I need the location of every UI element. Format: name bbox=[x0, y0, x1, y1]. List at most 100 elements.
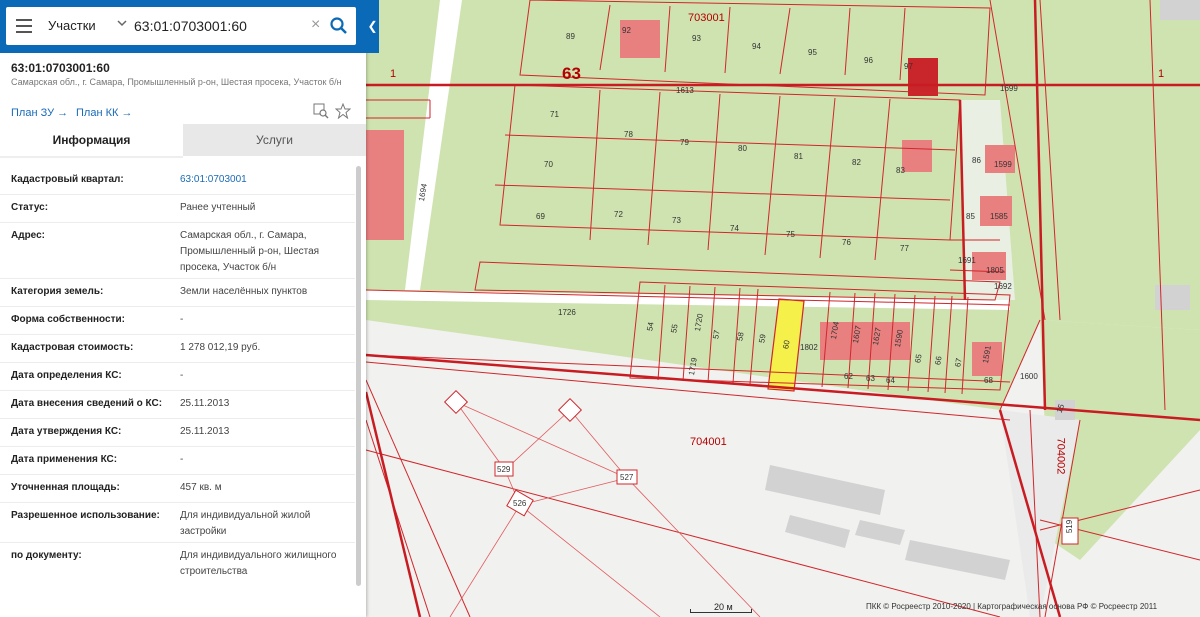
info-row: Кадастровый квартал: 63:01:0703001 bbox=[0, 166, 355, 195]
parcel-label: 65 bbox=[913, 353, 924, 364]
building bbox=[902, 140, 932, 172]
search-type-select[interactable]: Участки bbox=[48, 18, 96, 33]
plan-kk-label: План КК bbox=[76, 107, 119, 119]
parcel-label: 82 bbox=[852, 158, 861, 167]
panel-tabs: Информация Услуги bbox=[0, 124, 366, 158]
parcel-label: 58 bbox=[735, 331, 746, 342]
info-value: - bbox=[180, 314, 184, 325]
parcel-label: 1699 bbox=[1000, 84, 1018, 93]
parcel-label: 79 bbox=[680, 138, 689, 147]
parcel-label: 78 bbox=[624, 130, 633, 139]
info-label: Дата утверждения КС: bbox=[11, 426, 122, 437]
parcel-label: 1726 bbox=[558, 308, 576, 317]
parcel-label: 71 bbox=[550, 110, 559, 119]
info-value: - bbox=[180, 370, 184, 381]
parcel-label: 92 bbox=[622, 26, 631, 35]
info-value-quarter-link[interactable]: 63:01:0703001 bbox=[180, 172, 350, 188]
parcel-label: 1585 bbox=[990, 212, 1008, 221]
parcel-label: 81 bbox=[794, 152, 803, 161]
parcel-label: 89 bbox=[566, 32, 575, 41]
parcel-label: 1599 bbox=[994, 160, 1012, 169]
parcel-label: 75 bbox=[786, 230, 795, 239]
info-row: Дата утверждения КС: 25.11.2013 bbox=[0, 418, 355, 447]
parcel-label: 57 bbox=[711, 329, 722, 340]
map-scale: 20 м bbox=[690, 602, 752, 616]
parcel-label: 66 bbox=[933, 355, 944, 366]
parcel-label: 76 bbox=[842, 238, 851, 247]
parcel-label: 85 bbox=[966, 212, 975, 221]
parcel-label: 83 bbox=[896, 166, 905, 175]
parcel-label: 67 bbox=[953, 357, 964, 368]
parcel-label: 77 bbox=[900, 244, 909, 253]
info-value: 25.11.2013 bbox=[180, 426, 230, 437]
search-box: Участки × bbox=[6, 7, 356, 45]
info-value: Земли населённых пунктов bbox=[180, 286, 308, 297]
info-panel: Участки × 63:01:0703001:60 Самарская обл… bbox=[0, 0, 366, 617]
parcel-label: 1613 bbox=[676, 86, 694, 95]
map-label: 1 bbox=[390, 68, 397, 80]
chevron-down-icon[interactable] bbox=[116, 16, 128, 33]
plan-zu-link[interactable]: План ЗУ → bbox=[11, 107, 68, 119]
info-value: - bbox=[180, 454, 184, 465]
info-label: Категория земель: bbox=[11, 286, 104, 297]
info-row: по документу: Для индивидуального жилищн… bbox=[0, 542, 355, 582]
info-row: Уточненная площадь: 457 кв. м bbox=[0, 474, 355, 503]
plan-kk-link[interactable]: План КК → bbox=[76, 107, 132, 119]
map-attribution: ПКК © Росреестр 2010-2020 | Картографиче… bbox=[866, 602, 1158, 611]
parcel-label: 59 bbox=[757, 333, 768, 344]
info-value: Самарская обл., г. Самара, Промышленный … bbox=[180, 230, 320, 273]
survey-point-label: 526 bbox=[513, 499, 527, 508]
parcel-label: 68 bbox=[984, 376, 993, 385]
parcel-label: 62 bbox=[844, 372, 853, 381]
parcel-label: 1805 bbox=[986, 266, 1004, 275]
search-icon[interactable] bbox=[329, 16, 349, 36]
object-number: 63:01:0703001:60 bbox=[11, 61, 110, 75]
parcel-label: 55 bbox=[669, 323, 680, 334]
parcel-label: 63 bbox=[866, 374, 875, 383]
info-row: Дата применения КС: - bbox=[0, 446, 355, 475]
menu-icon[interactable] bbox=[16, 19, 32, 33]
star-icon[interactable] bbox=[334, 102, 352, 120]
info-value: 1 278 012,19 руб. bbox=[180, 342, 261, 353]
tab-information[interactable]: Информация bbox=[0, 124, 183, 158]
block-label: 704002 bbox=[1054, 437, 1067, 475]
clear-icon[interactable]: × bbox=[311, 16, 320, 34]
parcel-label: 70 bbox=[544, 160, 553, 169]
info-label: Адрес: bbox=[11, 230, 45, 241]
parcel-label: 86 bbox=[972, 156, 981, 165]
info-row: Дата определения КС: - bbox=[0, 362, 355, 391]
info-label: Дата внесения сведений о КС: bbox=[11, 398, 163, 409]
info-value: Для индивидуальной жилой застройки bbox=[180, 510, 311, 537]
info-value: Ранее учтенный bbox=[180, 202, 256, 213]
parcel-label: 1691 bbox=[958, 256, 976, 265]
info-label: Статус: bbox=[11, 202, 49, 213]
parcel-label: 94 bbox=[752, 42, 761, 51]
info-label: Дата определения КС: bbox=[11, 370, 122, 381]
survey-point-label: 519 bbox=[1065, 519, 1075, 534]
district-label: 63 bbox=[562, 64, 581, 83]
parcel-label: 1692 bbox=[994, 282, 1012, 291]
info-label: Кадастровая стоимость: bbox=[11, 342, 134, 353]
parcel-label: 97 bbox=[904, 62, 913, 71]
info-label: Разрешенное использование: bbox=[11, 510, 160, 521]
scale-bar bbox=[690, 609, 752, 613]
parcel-label: 64 bbox=[886, 376, 895, 385]
info-row: Кадастровая стоимость: 1 278 012,19 руб. bbox=[0, 334, 355, 363]
info-value: Для индивидуального жилищного строительс… bbox=[180, 550, 337, 577]
parcel-label: 74 bbox=[730, 224, 739, 233]
parcel-label: 80 bbox=[738, 144, 747, 153]
tab-services[interactable]: Услуги bbox=[183, 124, 366, 156]
search-bar: Участки × bbox=[0, 0, 366, 53]
search-input[interactable] bbox=[134, 16, 304, 36]
info-label: по документу: bbox=[11, 550, 82, 561]
selected-parcel-label: 60 bbox=[781, 339, 792, 350]
collapse-panel-button[interactable]: ❮ bbox=[366, 0, 379, 53]
info-row: Форма собственности: - bbox=[0, 306, 355, 335]
parcel-label: 54 bbox=[645, 321, 656, 332]
building bbox=[366, 130, 404, 240]
info-row: Статус: Ранее учтенный bbox=[0, 194, 355, 223]
zoom-to-object-icon[interactable] bbox=[313, 103, 329, 119]
panel-scrollbar[interactable] bbox=[356, 166, 361, 586]
info-label: Дата применения КС: bbox=[11, 454, 118, 465]
info-row: Адрес: Самарская обл., г. Самара, Промыш… bbox=[0, 222, 355, 279]
